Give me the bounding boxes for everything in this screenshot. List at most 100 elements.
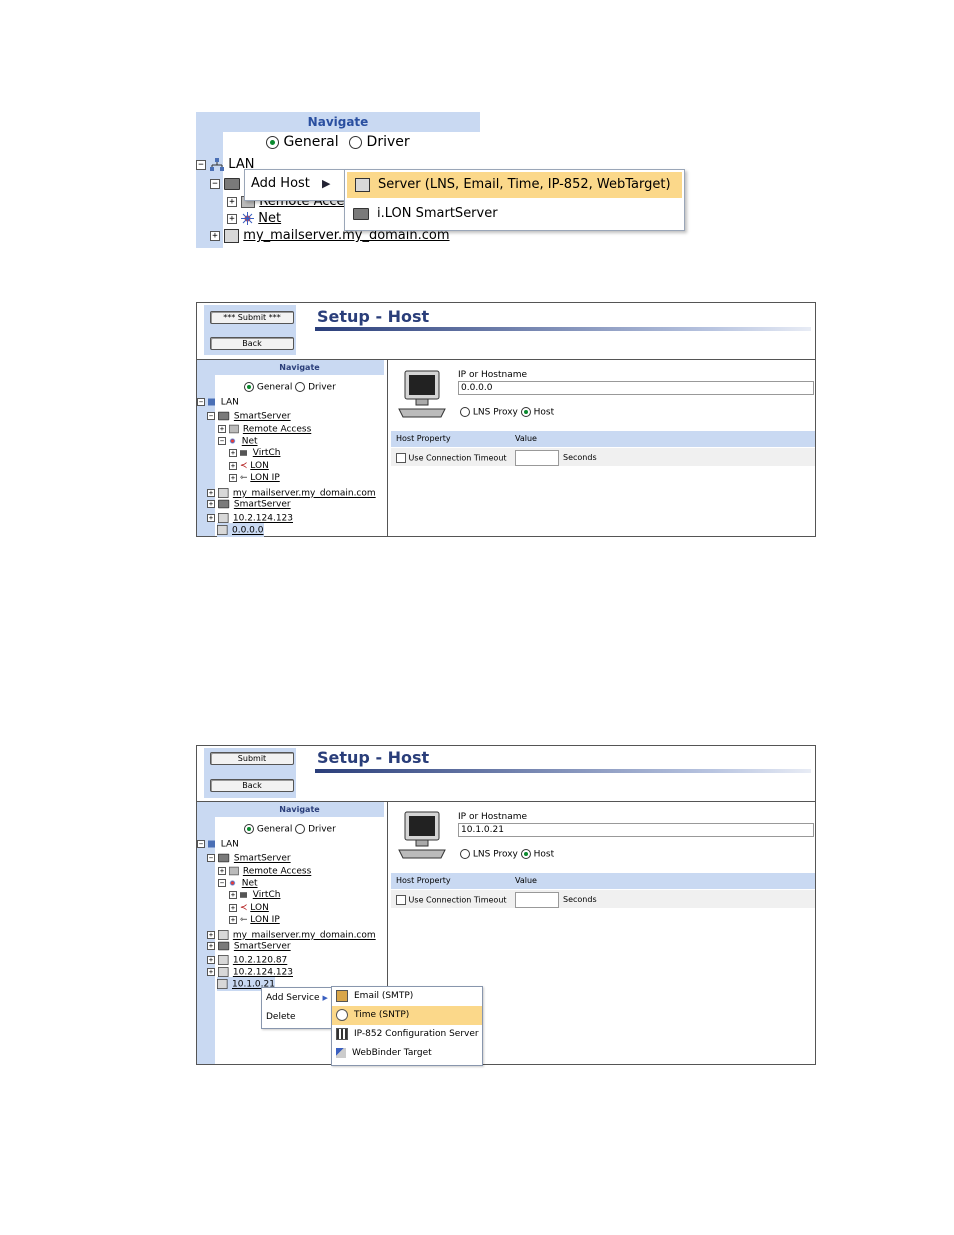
submenu-arrow-icon: ▶ (322, 994, 328, 1002)
smartserver-icon (353, 207, 369, 220)
tree-item-remote-access[interactable]: + Remote Access (218, 423, 311, 435)
tree-item-lan[interactable]: − LAN (197, 839, 239, 850)
col-host-property: Host Property (396, 434, 451, 443)
host-type-radios: LNS Proxy Host (460, 849, 554, 860)
expand-icon[interactable]: + (227, 213, 237, 224)
menu-item-ip852[interactable]: IP-852 Configuration Server (332, 1025, 482, 1044)
title-underline (315, 327, 811, 331)
timeout-checkbox-group[interactable]: Use Connection Timeout (396, 453, 507, 463)
menu-item-add-host[interactable]: Add Host ▶ (251, 176, 331, 191)
use-timeout-checkbox[interactable] (396, 895, 406, 905)
property-table-header: Host Property Value (391, 873, 815, 889)
tree-item-lon-ip[interactable]: + ⇽ LON IP (229, 473, 280, 483)
menu-item-webbinder[interactable]: WebBinder Target (332, 1044, 482, 1063)
timeout-checkbox-group[interactable]: Use Connection Timeout (396, 895, 507, 905)
radio-general[interactable] (244, 382, 254, 392)
tree-item-smartserver-2[interactable]: + SmartServer (207, 940, 291, 952)
tree-item-smartserver-2[interactable]: + SmartServer (207, 498, 291, 510)
expand-icon[interactable]: + (210, 230, 220, 241)
submit-button[interactable]: *** Submit *** (210, 311, 294, 324)
collapse-icon[interactable]: − (196, 159, 206, 170)
add-host-submenu: Server (LNS, Email, Time, IP-852, WebTar… (344, 169, 685, 231)
menu-item-smartserver[interactable]: i.LON SmartServer (347, 201, 682, 227)
timeout-input[interactable] (515, 450, 559, 466)
tree-item-host-0-0-0-0[interactable]: 0.0.0.0 (217, 523, 264, 537)
tree-item-net[interactable]: − Net (218, 878, 258, 889)
radio-driver-label: Driver (308, 382, 336, 393)
pane-divider (387, 360, 388, 536)
collapse-icon[interactable]: − (210, 178, 220, 189)
tree-item-net[interactable]: − Net (218, 436, 258, 447)
tree-item-virtch[interactable]: + VirtCh (229, 890, 280, 900)
radio-host[interactable] (520, 849, 531, 859)
menu-item-email[interactable]: Email (SMTP) (332, 987, 482, 1006)
radio-host-label: Host (533, 407, 555, 418)
col-value: Value (515, 876, 537, 885)
navigate-header: Navigate (215, 802, 384, 817)
menu-item-delete[interactable]: Delete (266, 1012, 296, 1022)
ip-hostname-input[interactable]: 10.1.0.21 (458, 823, 814, 837)
back-button[interactable]: Back (210, 779, 294, 792)
lan-icon (207, 840, 215, 848)
radio-lns-proxy[interactable] (460, 849, 470, 859)
setup-host-panel-2: Submit Back Setup - Host Navigate Genera… (196, 745, 816, 1066)
phone-icon (228, 866, 239, 876)
tree-label-net: Net (258, 211, 282, 226)
lon-ip-icon: ⇽ (239, 915, 248, 925)
virtual-channel-icon (239, 449, 247, 456)
table-row: Use Connection Timeout Seconds (391, 890, 815, 908)
use-timeout-checkbox[interactable] (396, 453, 406, 463)
radio-host[interactable] (520, 407, 531, 417)
tree-item-lon[interactable]: + ≺ LON (229, 461, 269, 471)
navigate-header: Navigate (196, 112, 480, 132)
computer-icon (217, 930, 229, 940)
col-host-property: Host Property (396, 876, 451, 885)
back-button[interactable]: Back (210, 337, 294, 350)
lon-icon: ≺ (239, 461, 248, 471)
tree-item-virtch[interactable]: + VirtCh (229, 448, 280, 458)
phone-icon (228, 424, 239, 434)
computer-icon (217, 525, 228, 535)
submit-button[interactable]: Submit (210, 752, 294, 765)
network-icon (241, 212, 255, 225)
page-title: Setup - Host (317, 307, 430, 326)
title-underline (315, 769, 811, 773)
timeout-input[interactable] (515, 892, 559, 908)
email-icon (336, 989, 348, 1002)
property-table-header: Host Property Value (391, 431, 815, 447)
radio-lns-proxy[interactable] (460, 407, 470, 417)
radio-general-label: General (256, 824, 293, 835)
tree-item-net[interactable]: + Net (227, 211, 281, 226)
view-mode-radios: General Driver (244, 382, 336, 393)
expand-icon[interactable]: + (227, 196, 237, 207)
tree-item-smartserver[interactable]: − SmartServer (207, 852, 291, 864)
webbinder-icon (336, 1047, 346, 1058)
host-context-menu: Add Service ▶ Delete (261, 987, 333, 1029)
tree-item-remote-access[interactable]: + Remote Access (218, 865, 311, 877)
tree-item-lan[interactable]: − LAN (197, 397, 239, 408)
add-service-label: Add Service (266, 993, 320, 1003)
computer-monitor-icon (398, 811, 446, 859)
radio-driver[interactable] (349, 135, 363, 149)
view-mode-radios: General Driver (244, 824, 336, 835)
menu-item-add-service[interactable]: Add Service ▶ (266, 993, 328, 1003)
computer-icon (217, 513, 229, 523)
radio-general[interactable] (244, 824, 254, 834)
radio-lns-proxy-label: LNS Proxy (472, 849, 518, 860)
tree-item-smartserver[interactable]: − SmartServer (207, 410, 291, 422)
radio-driver[interactable] (295, 382, 306, 392)
ip-hostname-input[interactable]: 0.0.0.0 (458, 381, 814, 395)
submenu-arrow-icon: ▶ (322, 177, 331, 190)
radio-general[interactable] (266, 135, 279, 149)
menu-item-time[interactable]: Time (SNTP) (332, 1006, 482, 1025)
tree-item-smartserver[interactable]: − (210, 176, 241, 191)
tree-item-lon[interactable]: + ≺ LON (229, 903, 269, 913)
virtual-channel-icon (239, 891, 247, 898)
add-service-submenu: Email (SMTP) Time (SNTP) IP-852 Configur… (331, 986, 483, 1066)
tree-item-lon-ip[interactable]: + ⇽ LON IP (229, 915, 280, 925)
navigate-tree-panel-1: Navigate General Driver − LAN − + Remote… (196, 112, 685, 248)
config-server-icon (336, 1027, 348, 1040)
radio-driver[interactable] (295, 824, 306, 834)
menu-item-server[interactable]: Server (LNS, Email, Time, IP-852, WebTar… (347, 172, 682, 198)
lan-icon (210, 157, 225, 171)
